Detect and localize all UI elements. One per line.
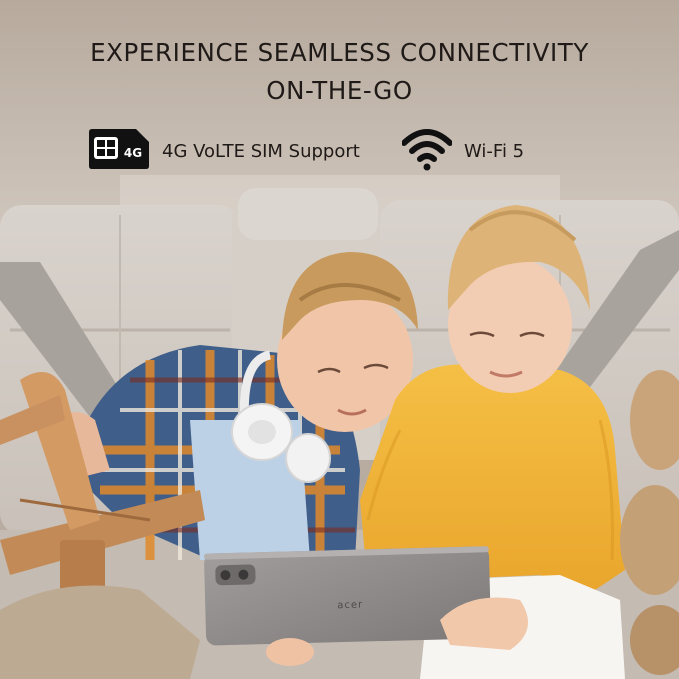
headline: EXPERIENCE SEAMLESS CONNECTIVITY ON-THE-… [0,34,679,110]
headline-line-1: EXPERIENCE SEAMLESS CONNECTIVITY [90,38,589,67]
sim-card-badge: 4G [124,146,142,160]
headrest-middle [238,188,378,240]
feature-wifi: Wi-Fi 5 [401,126,525,176]
sim-card-icon: 4G [86,128,150,175]
headphones-right-cup [285,433,331,483]
feature-row: 4G 4G VoLTE SIM Support Wi-Fi 5 [0,126,679,176]
feature-label-wifi: Wi-Fi 5 [464,140,525,162]
feature-label-sim: 4G VoLTE SIM Support [162,140,360,162]
headline-line-2: ON-THE-GO [266,76,413,105]
wifi-icon [401,127,453,176]
feature-sim-support: 4G 4G VoLTE SIM Support [86,126,360,176]
tablet-logo: acer [337,600,363,612]
